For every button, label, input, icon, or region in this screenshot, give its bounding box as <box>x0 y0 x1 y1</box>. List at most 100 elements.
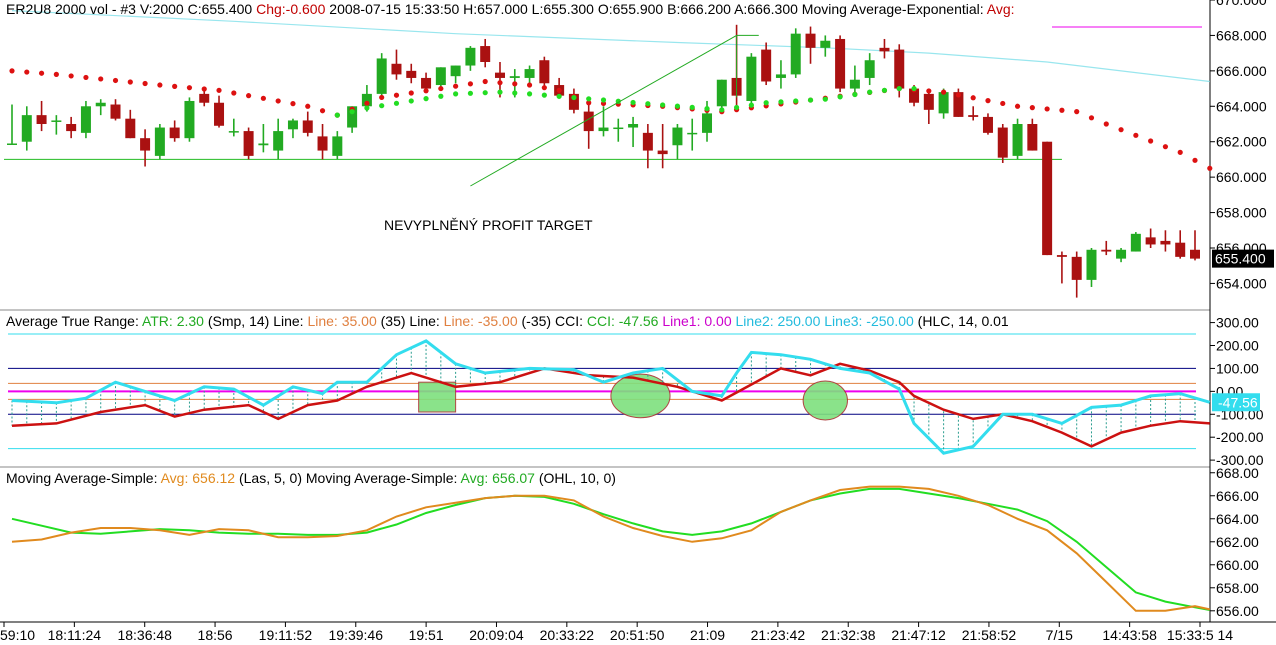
slow-ema-line <box>11 10 1210 83</box>
time-label: 21:32:38 <box>821 627 876 643</box>
cci-header-item: Line: <box>269 313 303 329</box>
ema-dot <box>305 103 311 109</box>
candle-body <box>317 136 328 151</box>
time-label: 7/15 <box>1046 627 1073 643</box>
ema-dot <box>482 78 488 85</box>
candle-body <box>435 67 446 86</box>
psar-dot <box>689 104 695 110</box>
psar-dot <box>763 100 769 106</box>
candle-body <box>805 33 816 48</box>
candle-body <box>835 38 846 89</box>
psar-dot <box>748 102 754 108</box>
ema-dot <box>970 95 976 101</box>
candle-body <box>938 92 949 114</box>
ema-dot <box>955 92 962 98</box>
candle-body <box>628 124 639 128</box>
cci-header-item: Line3: -250.00 <box>820 313 914 329</box>
ema-dot <box>186 85 193 91</box>
psar-dot <box>911 85 917 92</box>
candle-body <box>1116 249 1127 259</box>
atr-line <box>11 362 1210 448</box>
price-header-item: C:655.400 <box>184 1 253 17</box>
cci-header-item: (-35) <box>518 313 551 329</box>
sma-header-item: (OHL, 10, 0) <box>535 470 616 486</box>
psar-dot <box>349 109 355 115</box>
psar-dot <box>586 96 592 102</box>
psar-dot <box>334 112 340 118</box>
sma-header-item: Avg: 656.07 <box>457 470 535 486</box>
candle-body <box>982 116 993 133</box>
candle-body <box>539 60 550 84</box>
ema-dot <box>1000 100 1006 107</box>
ema-dot <box>1074 109 1080 115</box>
ema-dot <box>1133 132 1139 138</box>
candle-body <box>1042 141 1053 256</box>
time-label: 15:33:5 14 <box>1167 627 1233 643</box>
psar-dot <box>881 87 888 93</box>
sma-axis-label: 668.00 <box>1216 465 1259 481</box>
candle-body <box>1190 249 1200 259</box>
psar-dot <box>645 101 651 107</box>
ema-dot <box>941 89 947 95</box>
candle-body <box>1145 237 1156 245</box>
candle-body <box>524 69 535 78</box>
price-header-item: Chg:-0.600 <box>252 1 325 17</box>
time-label: 20:09:04 <box>469 627 524 643</box>
candle-body <box>214 102 225 126</box>
psar-dot <box>408 98 414 104</box>
ema-dot <box>172 83 178 89</box>
time-label: 21:47:12 <box>891 627 946 643</box>
price-header-item: Avg: <box>984 1 1015 17</box>
time-label: 59:10 <box>0 627 35 643</box>
candle-body <box>1130 233 1141 252</box>
candle-body <box>509 76 520 78</box>
ema-dot <box>1148 138 1154 144</box>
cci-header-item: CCI: -47.56 <box>583 313 659 329</box>
cci-header-item: Line: 35.00 <box>304 313 377 329</box>
cci-header-item: CCI: <box>551 313 583 329</box>
ema-dot <box>1059 107 1065 113</box>
ema-dot <box>364 100 370 106</box>
ema-dot <box>201 86 207 92</box>
candle-body <box>21 115 32 142</box>
time-label: 18:56 <box>198 627 233 643</box>
ema-dot <box>127 79 133 85</box>
sma-header-item: Moving Average-Simple: <box>6 470 157 486</box>
sma-axis-label: 662.00 <box>1216 534 1259 550</box>
sma-header-item: Avg: 656.12 <box>157 470 235 486</box>
psar-dot <box>852 91 858 98</box>
candle-body <box>716 79 727 107</box>
psar-dot <box>482 90 488 96</box>
ema-dot <box>423 88 429 94</box>
highlight-circle <box>802 380 848 421</box>
psar-dot <box>393 100 400 106</box>
candle-body <box>302 120 313 133</box>
annotation-pointer <box>470 34 737 187</box>
candle-body <box>790 33 801 75</box>
sma-slow-line <box>11 487 1210 611</box>
candle-body <box>613 127 624 130</box>
candle-body <box>820 40 831 48</box>
ema-dot <box>393 92 400 98</box>
ema-dot <box>512 81 518 87</box>
cci-axis-label: 300.00 <box>1216 315 1259 331</box>
ema-dot <box>246 93 252 99</box>
candle-body <box>761 49 772 82</box>
sma-axis-label: 660.00 <box>1216 557 1259 573</box>
ema-dot <box>24 69 30 75</box>
cci-header-item: (HLC, 14, 0.01 <box>914 313 1009 329</box>
psar-dot <box>674 103 681 109</box>
ema-dot <box>497 80 503 86</box>
candle-body <box>657 150 668 155</box>
candle-body <box>968 115 979 117</box>
psar-dot <box>438 93 444 99</box>
candle-body <box>184 100 195 139</box>
cci-header-item: Line: <box>406 313 440 329</box>
last-price-label: 655.400 <box>1215 251 1266 267</box>
ema-dot <box>157 82 163 88</box>
psar-dot <box>719 107 725 113</box>
psar-dot <box>467 90 474 96</box>
ema-dot <box>290 101 296 107</box>
price-axis-label: 670.000 <box>1216 0 1267 8</box>
candle-body <box>465 47 476 66</box>
